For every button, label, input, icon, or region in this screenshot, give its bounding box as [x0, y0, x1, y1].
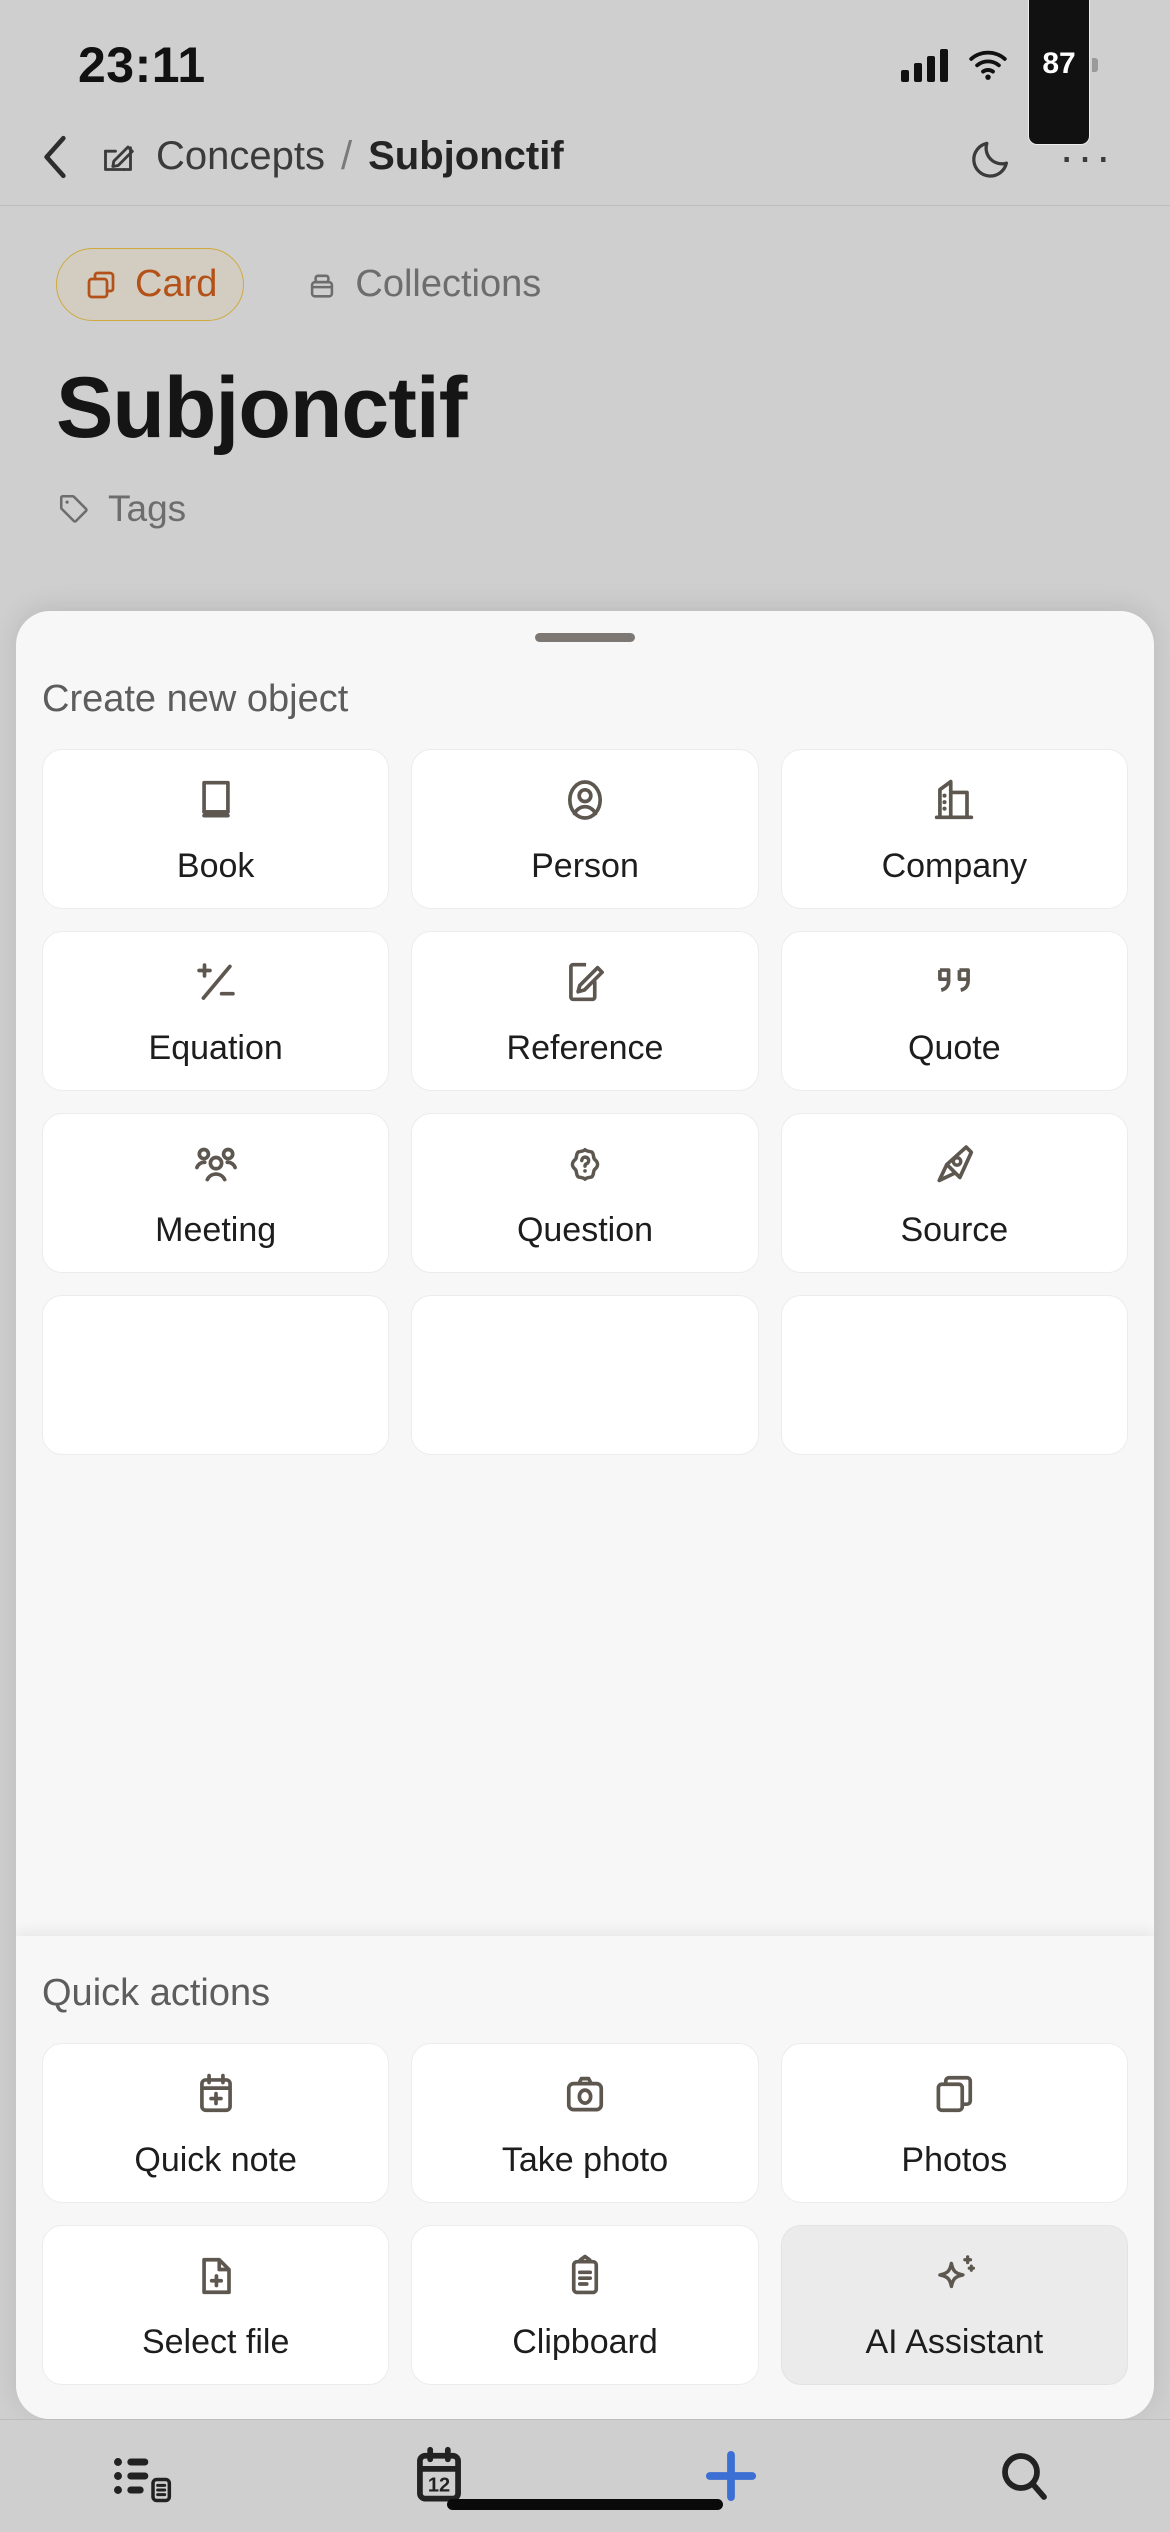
- object-person[interactable]: Person: [411, 749, 759, 909]
- quick-actions-grid: Quick note Take photo Photos Select file…: [16, 2015, 1154, 2385]
- sheet-scroll-area[interactable]: Create new object Book Person Company Eq…: [16, 642, 1154, 2419]
- tab-bar-item-create[interactable]: [585, 2445, 878, 2507]
- object-row4-item2[interactable]: [411, 1295, 759, 1455]
- object-quote-label: Quote: [908, 1028, 1001, 1067]
- quick-action-select-file[interactable]: Select file: [42, 2225, 390, 2385]
- object-question-label: Question: [516, 1210, 654, 1249]
- person-circle-icon: [559, 773, 611, 827]
- tab-bar-item-calendar[interactable]: 12: [293, 2445, 586, 2507]
- ellipsis-icon[interactable]: ···: [1059, 133, 1114, 178]
- tab-card[interactable]: Card: [56, 248, 245, 321]
- question-badge-icon: [559, 1137, 611, 1191]
- nav-right-group: ···: [969, 133, 1114, 180]
- quick-action-clipboard[interactable]: Clipboard: [411, 2225, 759, 2385]
- status-time: 23:11: [78, 37, 206, 93]
- object-equation-label: Equation: [148, 1028, 283, 1067]
- pen-nib-icon: [928, 1137, 980, 1191]
- home-indicator: [447, 2499, 723, 2510]
- object-company[interactable]: Company: [780, 749, 1128, 909]
- quick-action-quick-note[interactable]: Quick note: [42, 2043, 390, 2203]
- object-book[interactable]: Book: [42, 749, 390, 909]
- quick-actions-section: Quick actions Quick note Take photo Phot…: [16, 1936, 1154, 2419]
- tab-bar-item-list[interactable]: [0, 2448, 293, 2504]
- page-content: Card Collections Subjonctif Tags Create …: [0, 206, 1170, 2532]
- tab-collections[interactable]: Collections: [278, 248, 568, 321]
- breadcrumb-current: Subjonctif: [368, 134, 564, 178]
- object-company-label: Company: [881, 846, 1028, 885]
- quick-action-clipboard-label: Clipboard: [512, 2322, 658, 2361]
- objects-grid: Book Person Company Equation Reference Q…: [16, 721, 1154, 1455]
- edit-square-icon[interactable]: [98, 137, 138, 177]
- objects-section-title: Create new object: [42, 678, 349, 720]
- breadcrumb[interactable]: Concepts / Subjonctif: [156, 134, 564, 179]
- tab-bar-item-search[interactable]: [878, 2446, 1170, 2506]
- chevron-left-icon[interactable]: [30, 128, 80, 186]
- nav-bar: Concepts / Subjonctif ···: [0, 108, 1170, 206]
- calendar-plus-icon: [190, 2067, 242, 2121]
- camera-icon: [559, 2067, 611, 2121]
- note-pencil-icon: [559, 955, 611, 1009]
- sparkle-icon: [928, 2249, 980, 2303]
- svg-text:12: 12: [428, 2474, 450, 2496]
- quick-action-take-photo-label: Take photo: [501, 2140, 669, 2179]
- images-stack-icon: [928, 2067, 980, 2121]
- quick-action-photos[interactable]: Photos: [780, 2043, 1128, 2203]
- object-equation[interactable]: Equation: [42, 931, 390, 1091]
- quick-action-photos-label: Photos: [901, 2140, 1008, 2179]
- book-icon: [190, 773, 242, 827]
- nav-left-group: Concepts / Subjonctif: [30, 128, 564, 186]
- quotes-icon: [928, 955, 980, 1009]
- object-row4-item3[interactable]: [780, 1295, 1128, 1455]
- users-three-icon: [190, 1137, 242, 1191]
- cellular-signal-icon: [901, 48, 948, 82]
- clipboard-icon: [559, 2249, 611, 2303]
- object-person-label: Person: [531, 846, 639, 885]
- quick-action-quick-note-label: Quick note: [134, 2140, 297, 2179]
- quick-action-ai-assistant-label: AI Assistant: [865, 2322, 1044, 2361]
- cards-stack-icon: [83, 267, 119, 303]
- object-book-label: Book: [176, 846, 255, 885]
- create-bottom-sheet: Create new object Book Person Company Eq…: [16, 611, 1154, 2419]
- view-tabs: Card Collections: [56, 206, 1114, 321]
- object-question[interactable]: Question: [411, 1113, 759, 1273]
- object-quote[interactable]: Quote: [780, 931, 1128, 1091]
- list-detail-icon: [111, 2448, 181, 2504]
- search-icon: [994, 2446, 1054, 2506]
- status-bar: 23:11 87: [0, 0, 1170, 145]
- create-new-object-section: Create new object Book Person Company Eq…: [16, 642, 1154, 1455]
- object-source-label: Source: [900, 1210, 1009, 1249]
- battery-nub: [1092, 58, 1098, 72]
- tag-icon: [56, 491, 92, 527]
- wifi-icon: [968, 49, 1008, 81]
- archive-box-icon: [305, 268, 339, 302]
- moon-icon[interactable]: [969, 134, 1015, 180]
- phone-screen: 23:11 87 Concepts / Subjonctif ··· Card …: [0, 0, 1170, 2532]
- bottom-tab-bar: 12: [0, 2419, 1170, 2532]
- tab-collections-label: Collections: [355, 263, 542, 305]
- quick-action-ai-assistant[interactable]: AI Assistant: [780, 2225, 1128, 2385]
- sheet-drag-handle[interactable]: [535, 633, 635, 642]
- object-source[interactable]: Source: [780, 1113, 1128, 1273]
- object-meeting[interactable]: Meeting: [42, 1113, 390, 1273]
- calendar-icon: 12: [410, 2445, 468, 2507]
- object-row4-item1[interactable]: [42, 1295, 390, 1455]
- quick-action-take-photo[interactable]: Take photo: [411, 2043, 759, 2203]
- object-reference-label: Reference: [506, 1028, 664, 1067]
- breadcrumb-parent[interactable]: Concepts: [156, 134, 325, 179]
- buildings-icon: [928, 773, 980, 827]
- tags-row[interactable]: Tags: [56, 488, 1114, 530]
- tab-card-label: Card: [135, 263, 218, 305]
- file-plus-icon: [190, 2249, 242, 2303]
- quick-actions-title: Quick actions: [42, 1972, 271, 2014]
- object-meeting-label: Meeting: [155, 1210, 277, 1249]
- quick-action-select-file-label: Select file: [141, 2322, 290, 2361]
- plus-icon: [700, 2445, 762, 2507]
- tags-label: Tags: [108, 488, 187, 529]
- breadcrumb-separator: /: [340, 134, 353, 178]
- plus-minus-icon: [190, 955, 242, 1009]
- page-title: Subjonctif: [56, 360, 467, 456]
- object-reference[interactable]: Reference: [411, 931, 759, 1091]
